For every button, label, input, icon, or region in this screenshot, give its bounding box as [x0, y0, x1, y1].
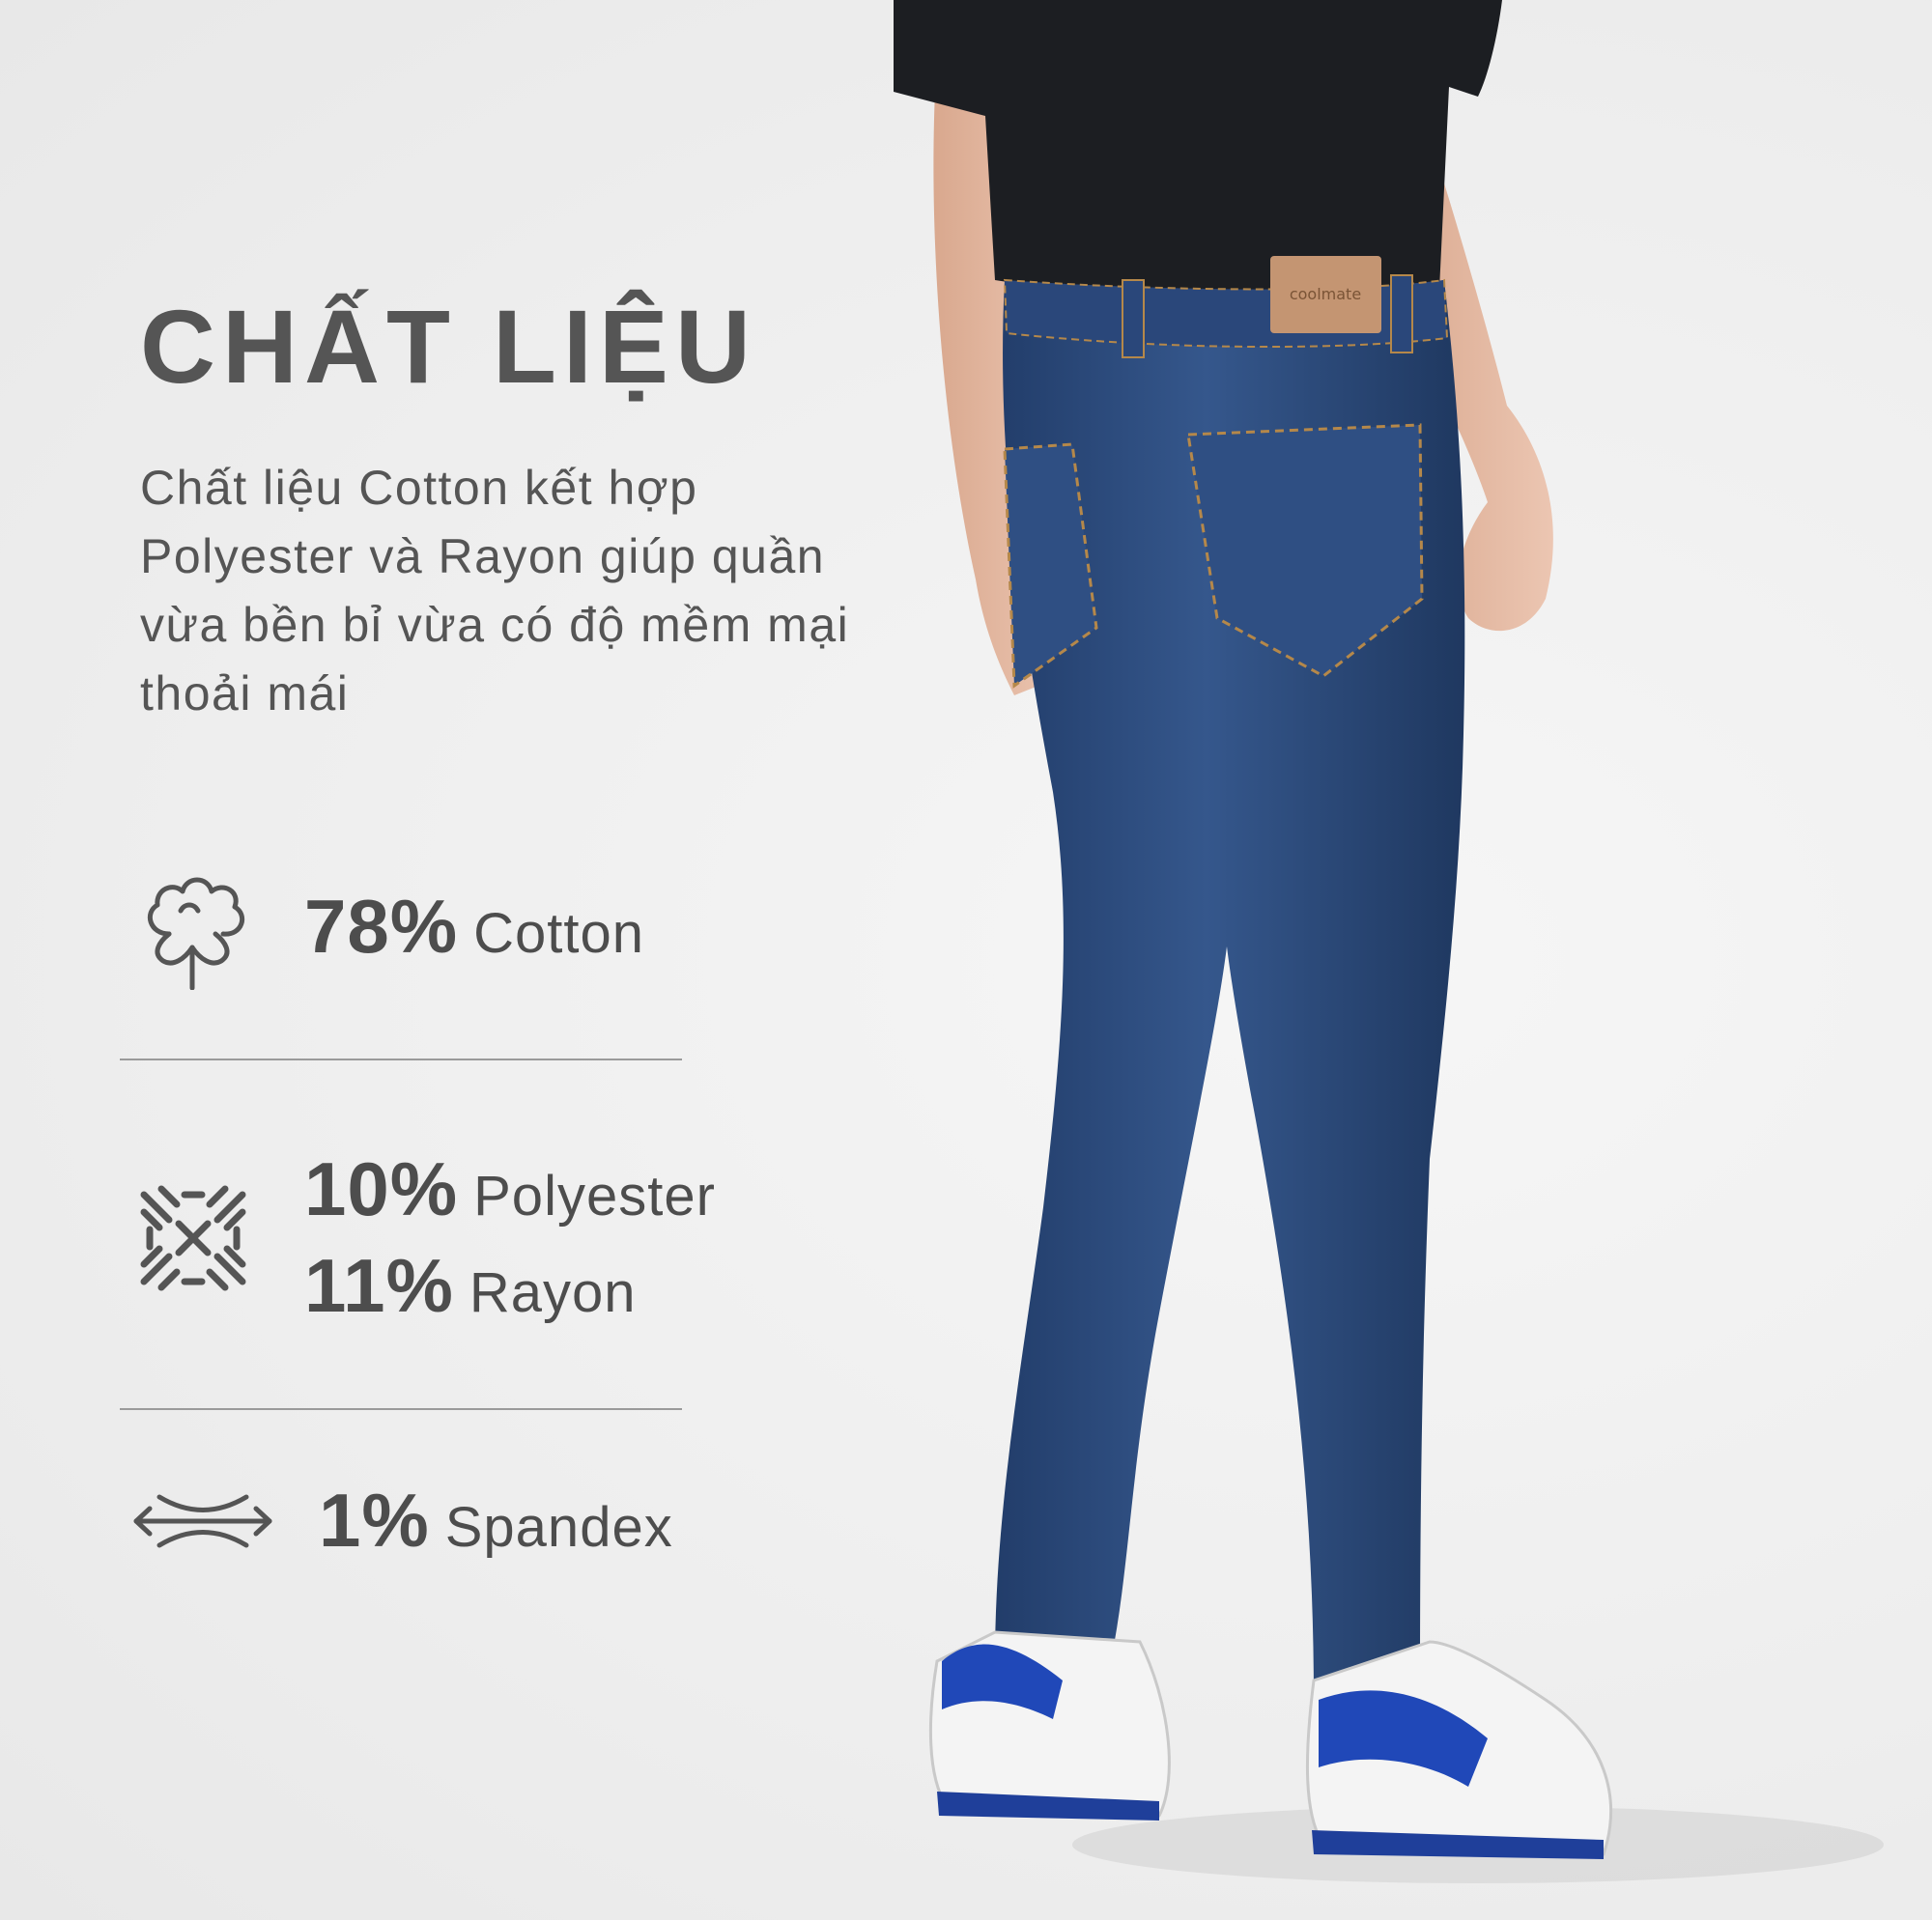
label-text: coolmate — [1290, 285, 1361, 303]
description-line: Polyester và Rayon giúp quần — [140, 529, 826, 583]
description-line: vừa bền bỉ vừa có độ mềm mại — [140, 598, 850, 652]
woven-fabric-icon — [130, 1175, 256, 1301]
material-row-synthetic: 10% Polyester 11% Rayon — [130, 1144, 716, 1331]
polyester-percent: 10% — [304, 1146, 459, 1231]
divider — [120, 1408, 682, 1410]
spandex-percent: 1% — [319, 1478, 430, 1564]
spandex-label: Spandex — [444, 1496, 673, 1560]
belt-loop — [1390, 274, 1413, 353]
rayon-percent: 11% — [304, 1242, 454, 1328]
product-photo: coolmate — [894, 0, 1884, 1883]
cotton-flower-icon — [130, 864, 256, 990]
rayon-label: Rayon — [469, 1260, 637, 1324]
stretch-arrows-icon — [130, 1458, 275, 1584]
belt-loop — [1122, 279, 1145, 358]
polyester-label: Polyester — [473, 1165, 716, 1228]
material-description: Chất liệu Cotton kết hợp Polyester và Ra… — [140, 454, 971, 728]
cotton-label: Cotton — [473, 902, 645, 966]
material-row-cotton: 78% Cotton — [130, 864, 644, 990]
description-line: thoải mái — [140, 666, 350, 720]
material-row-spandex: 1% Spandex — [130, 1458, 673, 1584]
cotton-percent: 78% — [304, 884, 459, 970]
description-line: Chất liệu Cotton kết hợp — [140, 461, 698, 515]
page-title: CHẤT LIỆU — [140, 288, 757, 405]
divider — [120, 1059, 682, 1060]
